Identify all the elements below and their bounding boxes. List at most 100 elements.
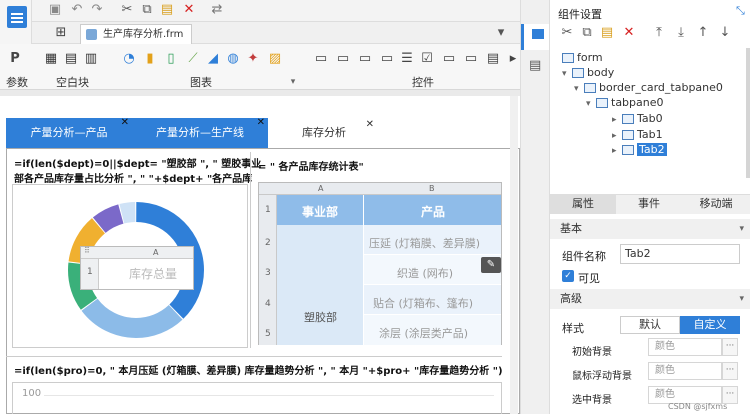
more-widget-icon[interactable]: ▸ [506,52,520,66]
report-tab-label: 产量分析—产品 [30,126,108,139]
more-icon[interactable]: ··· [722,362,738,380]
tab-properties[interactable]: 属性 [550,194,616,214]
column-chart-icon[interactable]: ▯ [164,52,178,66]
tree-item-tab1[interactable]: ▸ Tab1 [612,128,663,141]
close-icon[interactable]: ✕ [121,108,129,138]
tree-scrollbar[interactable] [746,48,750,178]
mini-table[interactable]: ⠿ A 1 库存总量 [80,246,194,290]
line-chart-icon[interactable]: ⟋ [186,52,200,66]
cut-icon[interactable]: ✂ [560,26,574,40]
copy-icon[interactable]: ⧉ [580,26,594,40]
col-header-bar [259,183,501,195]
section-label: 基本 [560,222,582,235]
trend-chart-container[interactable] [12,382,502,414]
combobox-widget-icon[interactable]: ▭ [336,52,350,66]
more-icon[interactable]: ··· [722,338,738,356]
section-advanced[interactable]: 高级 ▾ [550,289,750,309]
layout-icon-1[interactable]: ▦ [44,52,58,66]
report-tab-line[interactable]: 产量分析—生产线 ✕ [132,117,268,148]
expand-arrow-icon[interactable]: ▾ [586,99,596,109]
tabpane-node-icon [596,98,608,108]
tree-item-tab0[interactable]: ▸ Tab0 [612,112,663,125]
parameter-icon[interactable]: P [8,52,22,66]
mini-cell-total-inventory[interactable]: 库存总量 [129,265,177,282]
number-widget-icon[interactable]: ▭ [380,52,394,66]
header-dept-label: 事业部 [302,205,339,219]
expand-arrow-icon[interactable]: ▾ [574,84,584,94]
cut-icon[interactable]: ✂ [120,3,134,17]
tree-widget-icon[interactable]: ▤ [486,52,500,66]
form-file-icon [86,29,97,40]
collapse-icon[interactable]: ⤡ [736,4,745,18]
chart-more-arrow-icon[interactable]: ▾ [286,75,300,89]
textbox-widget-icon[interactable]: ▭ [314,52,328,66]
collapse-arrow-icon[interactable]: ▾ [739,219,744,239]
dropdown-arrow-icon[interactable]: ▾ [494,26,508,40]
checkbox-widget-icon[interactable]: ☑ [420,52,434,66]
canvas-scrollbar[interactable] [510,96,518,414]
move-bottom-icon[interactable]: ⤓ [674,26,688,40]
button-widget-icon[interactable]: ▭ [464,52,478,66]
save-icon[interactable]: ▣ [48,3,62,17]
expand-arrow-icon[interactable]: ▾ [562,69,572,79]
style-default-button[interactable]: 默认 [620,316,680,334]
merged-dept-label: 塑胶部 [304,311,337,324]
section-basic[interactable]: 基本 ▾ [550,219,750,239]
body-node-icon [572,68,584,78]
visible-checkbox[interactable]: ✓ [562,270,574,282]
grip-icon[interactable]: ⠿ [84,246,90,255]
report-tab-inventory[interactable]: 库存分析 ✕ [268,118,380,148]
bar-chart-icon[interactable]: ▮ [143,52,157,66]
list-widget-icon[interactable]: ☰ [400,52,414,66]
tree-item-tab2[interactable]: ▸ Tab2 [612,143,667,156]
area-chart-icon[interactable]: ◢ [206,52,220,66]
paste-icon[interactable]: ▤ [600,26,614,40]
pie-chart-icon[interactable]: ◔ [122,52,136,66]
component-settings-tab[interactable] [521,24,549,50]
document-tab[interactable]: 生产库存分析.frm [80,24,193,44]
copy-icon[interactable]: ⧉ [140,3,154,17]
collapsed-arrow-icon[interactable]: ▸ [612,146,622,156]
hover-bg-input[interactable]: 颜色 [648,362,722,380]
row-header: 5 [265,329,271,339]
edit-icon[interactable]: ✎ [481,257,501,273]
move-down-icon[interactable]: ↓ [718,26,732,40]
paste-icon[interactable]: ▤ [160,3,174,17]
swap-icon[interactable]: ⇄ [210,3,224,17]
merged-dept-cell[interactable] [277,225,364,345]
ribbon-group-label: 参数 [6,76,28,89]
inventory-stat-table[interactable]: A B 1 2 3 4 5 事业部 产品 塑胶部 压延 (灯箱膜、差异膜) 织造… [258,182,502,345]
tree-item-form[interactable]: form [562,51,603,64]
delete-icon[interactable]: ✕ [622,26,636,40]
label-widget-icon[interactable]: ▭ [442,52,456,66]
close-icon[interactable]: ✕ [366,110,374,140]
map-chart-icon[interactable]: ▨ [268,52,282,66]
app-logo-icon[interactable] [7,6,27,28]
grid-icon[interactable]: ⊞ [54,26,68,40]
tab-mobile[interactable]: 移动端 [682,194,750,214]
close-icon[interactable]: ✕ [257,108,265,138]
component-name-input[interactable]: Tab2 [620,244,740,264]
date-widget-icon[interactable]: ▭ [358,52,372,66]
style-custom-button[interactable]: 自定义 [680,316,740,334]
tree-item-border-card[interactable]: ▾ border_card_tabpane0 [574,81,723,94]
collapsed-arrow-icon[interactable]: ▸ [612,115,622,125]
gauge-chart-icon[interactable]: ◍ [226,52,240,66]
tab-events[interactable]: 事件 [616,194,682,214]
initial-bg-input[interactable]: 颜色 [648,338,722,356]
layout-icon-3[interactable]: ▥ [84,52,98,66]
delete-icon[interactable]: ✕ [182,3,196,17]
tree-item-body[interactable]: ▾ body [562,66,614,79]
move-up-icon[interactable]: ↑ [696,26,710,40]
tree-item-tabpane0[interactable]: ▾ tabpane0 [586,96,664,109]
collapse-arrow-icon[interactable]: ▾ [739,289,744,309]
formula-table-title: = " 各产品库存统计表" [258,162,364,173]
report-tab-product[interactable]: 产量分析—产品 ✕ [6,117,132,148]
layout-icon-2[interactable]: ▤ [64,52,78,66]
undo-icon[interactable]: ↶ [70,3,84,17]
collapsed-arrow-icon[interactable]: ▸ [612,131,622,141]
redo-icon[interactable]: ↷ [90,3,104,17]
radar-chart-icon[interactable]: ✦ [246,52,260,66]
layers-icon[interactable]: ▤ [529,58,541,73]
move-top-icon[interactable]: ⤒ [652,26,666,40]
